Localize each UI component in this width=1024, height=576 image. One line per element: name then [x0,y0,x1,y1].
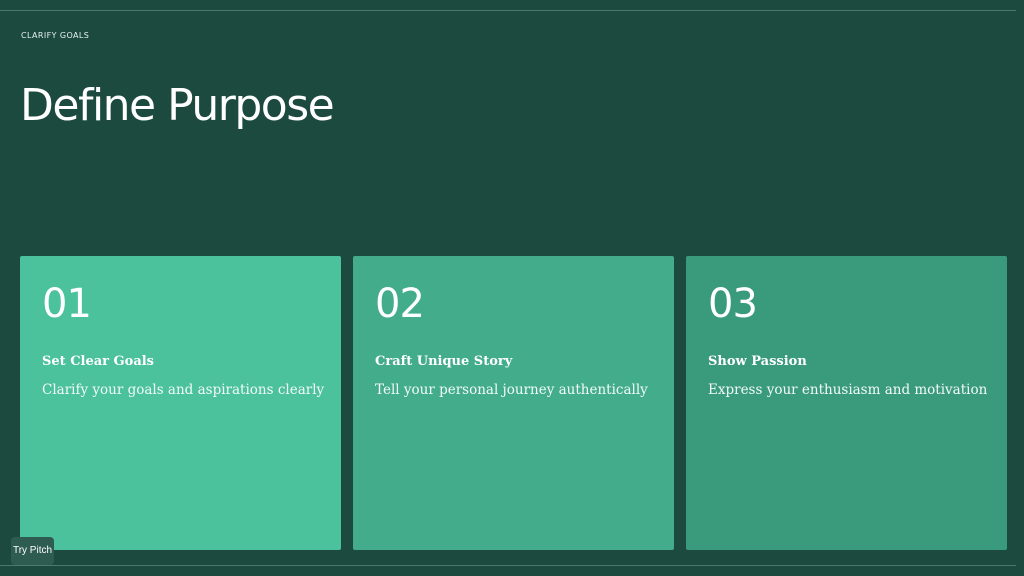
card-heading: Set Clear Goals [42,354,154,369]
card-description: Express your enthusiasm and motivation [708,382,988,398]
card-description: Tell your personal journey authentically [375,382,648,398]
cards-row: 01 Set Clear Goals Clarify your goals an… [20,256,1007,550]
card-number: 01 [42,281,92,327]
card-number: 02 [375,281,425,327]
card-number: 03 [708,281,758,327]
slide-eyebrow: CLARIFY GOALS [21,31,90,40]
card-heading: Craft Unique Story [375,354,513,369]
card-heading: Show Passion [708,354,807,369]
slide-title: Define Purpose [20,80,335,131]
try-pitch-button[interactable]: Try Pitch [11,537,54,565]
bottom-divider [0,565,1016,566]
slide: CLARIFY GOALS Define Purpose 01 Set Clea… [0,0,1024,576]
card-craft-unique-story: 02 Craft Unique Story Tell your personal… [353,256,674,550]
card-description: Clarify your goals and aspirations clear… [42,382,325,398]
top-divider [0,10,1016,11]
card-set-clear-goals: 01 Set Clear Goals Clarify your goals an… [20,256,341,550]
card-show-passion: 03 Show Passion Express your enthusiasm … [686,256,1007,550]
